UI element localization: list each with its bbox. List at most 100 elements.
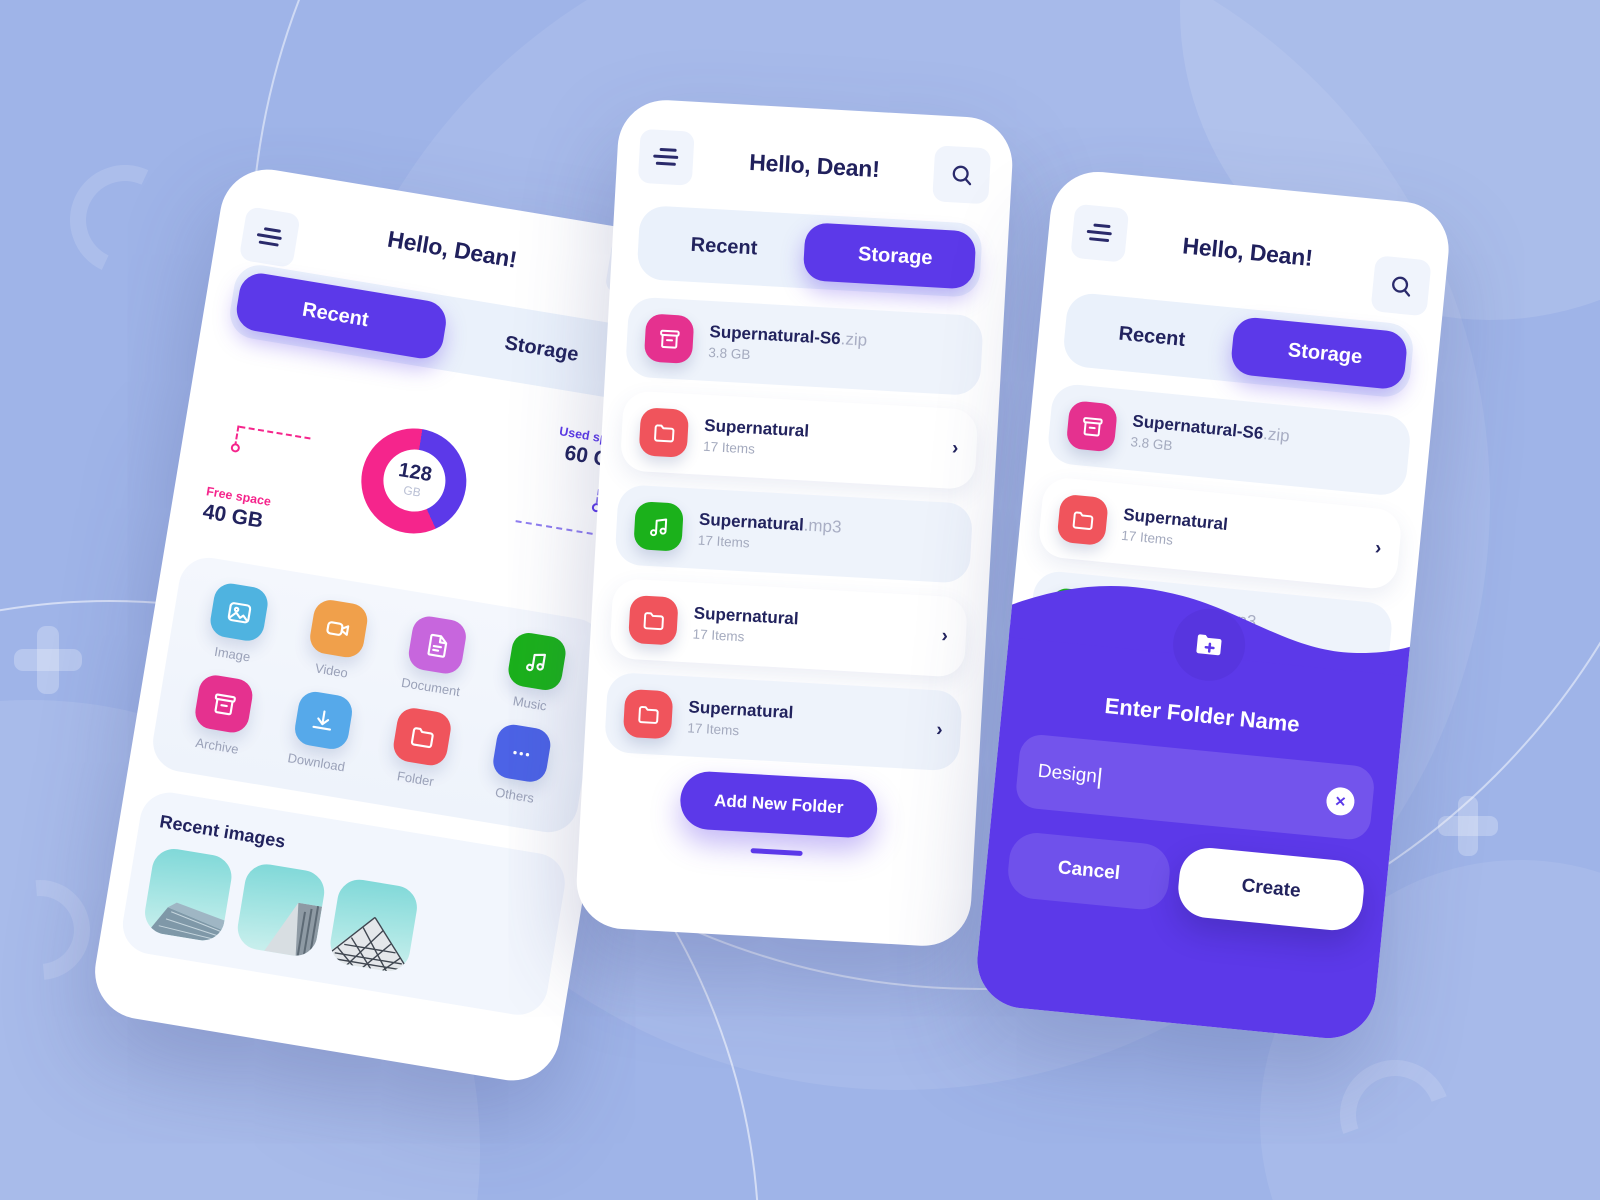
search-icon [1391,276,1410,297]
category-icon-wrap [193,672,256,736]
file-type-icon-wrap [643,313,695,365]
file-extension: .mp3 [803,515,843,537]
glass-building-thumbnail [147,902,225,944]
lattice-dome-thumbnail [327,916,408,975]
used-space-leader-line [515,520,593,535]
chevron-right-icon[interactable]: › [1374,538,1382,561]
category-image[interactable]: Image [182,577,294,669]
file-row[interactable]: Supernatural-S6.zip 3.8 GB [1046,382,1413,498]
new-folder-dialog: Enter Folder Name Design ✕ Cancel Create [972,586,1417,1043]
music-icon [526,653,547,671]
category-folder[interactable]: Folder [365,702,477,794]
file-row[interactable]: Supernatural.mp317 Items [614,484,974,584]
cancel-button[interactable]: Cancel [1005,830,1173,912]
folder-plus-icon [1196,634,1222,656]
category-label: Image [213,643,252,665]
tab-storage[interactable]: Storage [808,214,983,297]
recent-image-thumb-2[interactable] [234,861,328,959]
donut-total-value: 128 [396,458,434,487]
chevron-right-icon[interactable]: › [951,438,959,460]
tab-recent[interactable]: Recent [636,205,811,288]
file-row[interactable]: Supernatural 17 Items › [603,671,963,772]
category-label: Others [494,784,536,806]
clear-input-button[interactable]: ✕ [1325,786,1356,817]
file-type-icon-wrap [1065,400,1119,453]
file-info: Supernatural 17 Items [692,604,926,655]
phone-screen-storage: Hello, Dean! Recent Storage Supernatural… [574,97,1015,949]
home-indicator [750,848,803,856]
file-extension: .zip [1262,424,1291,446]
file-type-icon-wrap [1056,493,1109,547]
folder-icon [637,705,659,724]
video-icon [326,620,350,636]
search-button[interactable] [1370,255,1432,317]
file-info: Supernatural 17 Items [703,416,937,467]
chevron-right-icon[interactable]: › [941,625,948,647]
category-icon-wrap [391,705,454,768]
file-info: Supernatural 17 Items [687,697,921,748]
create-button[interactable]: Create [1175,845,1367,933]
file-extension [798,609,799,628]
search-icon [952,165,971,185]
dialog-actions: Cancel Create [1005,828,1367,933]
category-label: Document [400,674,462,700]
category-icon-wrap [307,597,370,660]
file-row[interactable]: Supernatural 17 Items › [609,577,969,678]
download-icon [312,709,332,731]
category-label: Music [511,693,548,714]
recent-image-thumb-1[interactable] [141,845,235,944]
file-row[interactable]: Supernatural 17 Items › [619,390,979,490]
folder-icon [653,423,674,442]
category-icon-wrap [490,722,553,785]
category-archive[interactable]: Archive [166,669,278,761]
add-new-folder-button[interactable]: Add New Folder [678,770,879,840]
text-caret [1097,767,1102,789]
folder-name-input[interactable]: Design ✕ [1014,732,1376,842]
chevron-right-icon[interactable]: › [936,719,943,741]
file-info: Supernatural 17 Items [1121,505,1361,566]
close-icon: ✕ [1333,792,1348,810]
file-info: Supernatural.mp317 Items [697,510,954,562]
file-extension: .zip [840,329,868,350]
free-space-leader-line [239,425,311,440]
folder-icon [1072,510,1093,530]
file-extension [793,703,794,722]
file-list: Supernatural-S6.zip 3.8 GB Supernatural 17 … [584,277,1005,772]
file-extension [1227,515,1229,534]
category-icon-wrap [406,613,469,677]
search-button[interactable] [932,145,992,205]
category-document[interactable]: Document [380,610,492,702]
free-space-legend: Free space 40 GB [201,484,272,534]
image-icon [227,601,252,623]
facade-building-thumbnail [264,902,323,959]
file-type-icon-wrap [638,407,690,458]
file-extension [808,422,809,441]
category-others[interactable]: Others [464,718,576,810]
file-row[interactable]: Supernatural 17 Items › [1036,475,1404,591]
recent-image-thumb-3[interactable] [327,876,421,975]
category-icon-wrap [292,689,355,752]
folder-name-value: Design [1036,760,1098,788]
bg-swoosh-topleft [54,149,196,291]
file-type-icon-wrap [633,501,684,552]
archive-icon [659,329,680,349]
archive-icon [214,692,236,715]
category-music[interactable]: Music [479,627,591,719]
file-type-icon-wrap [628,594,679,646]
category-label: Video [314,660,350,681]
category-label: Archive [194,734,240,757]
free-space-dot [230,442,241,454]
category-grid: Image Video Document Music Archive Download Fo… [166,577,590,810]
category-video[interactable]: Video [281,594,393,686]
music-icon [649,518,667,536]
file-info: Supernatural-S6.zip 3.8 GB [708,322,965,374]
ellipsis-icon [513,750,530,756]
archive-icon [1082,416,1103,436]
category-download[interactable]: Download [266,686,378,778]
file-row[interactable]: Supernatural-S6.zip 3.8 GB [624,296,984,397]
folder-icon [643,611,664,630]
donut-total-unit: GB [402,482,422,500]
category-card: Image Video Document Music Archive Download Fo… [148,553,609,837]
document-icon [427,633,448,658]
storage-donut-chart: 128 GB [353,420,475,541]
